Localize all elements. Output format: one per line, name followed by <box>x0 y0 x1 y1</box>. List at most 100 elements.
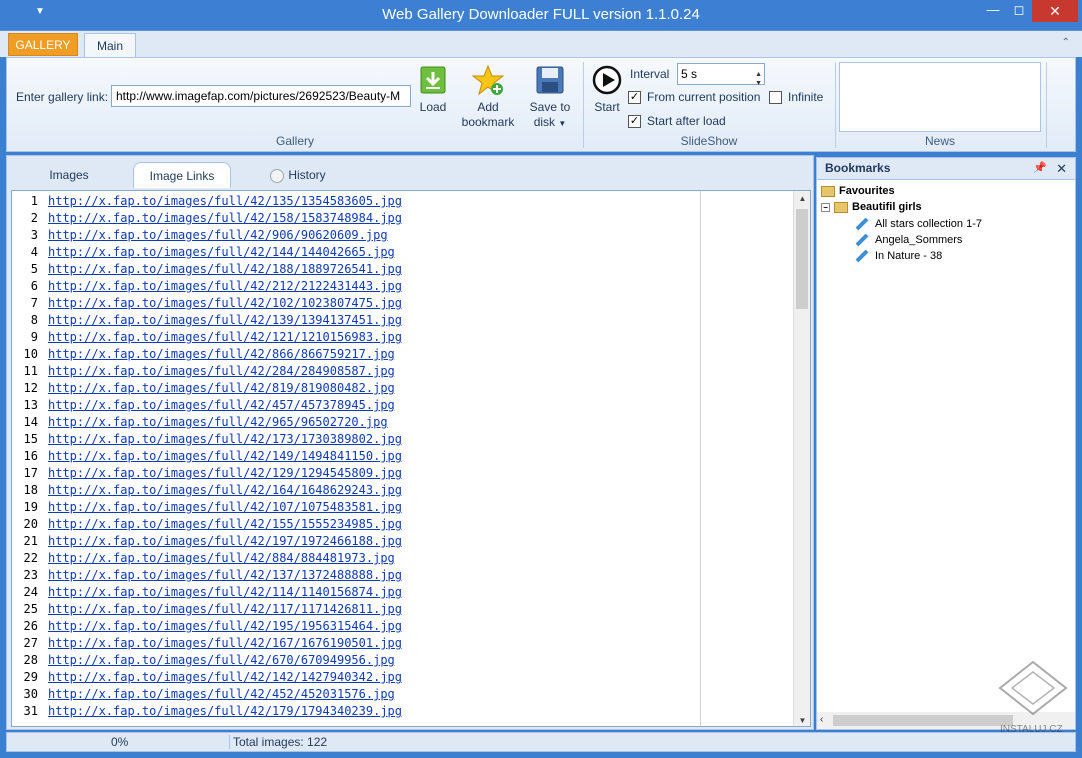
image-link[interactable]: http://x.fap.to/images/full/42/158/15837… <box>48 211 402 225</box>
add-bookmark-label-1: Add <box>477 100 499 114</box>
image-link[interactable]: http://x.fap.to/images/full/42/212/21224… <box>48 279 402 293</box>
close-button[interactable]: ✕ <box>1032 0 1078 22</box>
link-row: 2 http://x.fap.to/images/full/42/158/1583… <box>12 210 402 227</box>
line-number: 31 <box>23 704 38 718</box>
image-link[interactable]: http://x.fap.to/images/full/42/121/12101… <box>48 330 402 344</box>
gallery-link-input[interactable]: http://www.imagefap.com/pictures/2692523… <box>111 85 411 107</box>
link-row: 9 http://x.fap.to/images/full/42/121/1210… <box>12 329 402 346</box>
image-link[interactable]: http://x.fap.to/images/full/42/965/96502… <box>48 415 388 429</box>
image-link[interactable]: http://x.fap.to/images/full/42/452/45203… <box>48 687 395 701</box>
group-label-slideshow: SlideShow <box>680 134 738 148</box>
pin-icon[interactable]: 📌 <box>1033 158 1047 179</box>
image-link[interactable]: http://x.fap.to/images/full/42/670/67094… <box>48 653 395 667</box>
tree-root-favourites[interactable]: Favourites <box>821 185 895 197</box>
line-number: 15 <box>23 432 38 446</box>
line-number: 28 <box>23 653 38 667</box>
line-number: 14 <box>23 415 38 429</box>
link-row: 18 http://x.fap.to/images/full/42/164/164… <box>12 482 402 499</box>
collapse-node-icon[interactable]: − <box>821 202 830 212</box>
link-row: 7 http://x.fap.to/images/full/42/102/1023… <box>12 295 402 312</box>
image-link[interactable]: http://x.fap.to/images/full/42/195/19563… <box>48 619 402 633</box>
save-dropdown-icon[interactable]: ▼ <box>558 119 566 128</box>
line-number: 17 <box>23 466 38 480</box>
image-link[interactable]: http://x.fap.to/images/full/42/179/17943… <box>48 704 402 718</box>
vertical-scrollbar[interactable]: ▲ ▼ <box>793 191 810 726</box>
minimize-button[interactable]: — <box>980 0 1006 22</box>
from-current-checkbox[interactable]: ✓ <box>628 91 641 104</box>
tab-history[interactable]: History <box>261 162 335 188</box>
maximize-button[interactable]: ◻ <box>1006 0 1032 22</box>
line-number: 10 <box>23 347 38 361</box>
tab-image-links[interactable]: Image Links <box>133 162 231 188</box>
image-link[interactable]: http://x.fap.to/images/full/42/164/16486… <box>48 483 402 497</box>
image-link[interactable]: http://x.fap.to/images/full/42/884/88448… <box>48 551 395 565</box>
image-link[interactable]: http://x.fap.to/images/full/42/129/12945… <box>48 466 402 480</box>
image-link[interactable]: http://x.fap.to/images/full/42/197/19724… <box>48 534 402 548</box>
title-bar: ▼ Web Gallery Downloader FULL version 1.… <box>0 0 1082 30</box>
line-number: 23 <box>23 568 38 582</box>
save-to-disk-button[interactable]: Save to disk ▼ <box>527 64 573 131</box>
tree-folder-beautifil-girls[interactable]: − Beautifil girls <box>821 201 922 213</box>
scroll-thumb[interactable] <box>796 209 808 309</box>
image-link[interactable]: http://x.fap.to/images/full/42/173/17303… <box>48 432 402 446</box>
link-row: 28 http://x.fap.to/images/full/42/670/670… <box>12 652 402 669</box>
image-link[interactable]: http://x.fap.to/images/full/42/117/11714… <box>48 602 402 616</box>
image-link[interactable]: http://x.fap.to/images/full/42/188/18897… <box>48 262 402 276</box>
link-row: 12 http://x.fap.to/images/full/42/819/819… <box>12 380 402 397</box>
main-panel: Images Image Links History 1 http://x.fap… <box>6 155 814 730</box>
editor-margin-line <box>700 191 701 726</box>
watermark-icon <box>998 660 1068 716</box>
gallery-link-label: Enter gallery link: <box>16 90 109 104</box>
scroll-left-icon[interactable]: ‹ <box>820 714 823 725</box>
image-link[interactable]: http://x.fap.to/images/full/42/135/13545… <box>48 194 402 208</box>
link-row: 11 http://x.fap.to/images/full/42/284/284… <box>12 363 402 380</box>
image-link[interactable]: http://x.fap.to/images/full/42/144/14404… <box>48 245 395 259</box>
image-link[interactable]: http://x.fap.to/images/full/42/284/28490… <box>48 364 395 378</box>
news-box <box>839 62 1041 132</box>
bookmark-item[interactable]: Angela_Sommers <box>855 233 962 247</box>
image-link[interactable]: http://x.fap.to/images/full/42/149/14948… <box>48 449 402 463</box>
image-link[interactable]: http://x.fap.to/images/full/42/866/86675… <box>48 347 395 361</box>
image-link[interactable]: http://x.fap.to/images/full/42/155/15552… <box>48 517 402 531</box>
scroll-thumb[interactable] <box>833 715 1013 726</box>
image-link[interactable]: http://x.fap.to/images/full/42/139/13941… <box>48 313 402 327</box>
start-after-load-checkbox[interactable]: ✓ <box>628 115 641 128</box>
bookmark-item[interactable]: In Nature - 38 <box>855 249 942 263</box>
floppy-disk-icon <box>536 66 564 94</box>
close-panel-icon[interactable]: ✕ <box>1056 158 1067 179</box>
link-row: 4 http://x.fap.to/images/full/42/144/1440… <box>12 244 402 261</box>
ribbon-separator <box>1046 62 1047 148</box>
load-button[interactable]: Load <box>415 64 451 115</box>
infinite-checkbox[interactable] <box>769 91 782 104</box>
clock-icon <box>270 168 285 183</box>
interval-spinner[interactable]: 5 s ▲ ▼ <box>677 63 765 87</box>
watermark-logo: INSTALUJ.CZ <box>992 658 1074 740</box>
tab-main[interactable]: Main <box>84 33 136 59</box>
line-number: 26 <box>23 619 38 633</box>
image-link[interactable]: http://x.fap.to/images/full/42/819/81908… <box>48 381 395 395</box>
add-bookmark-button[interactable]: Add bookmark <box>459 64 517 130</box>
image-link[interactable]: http://x.fap.to/images/full/42/102/10238… <box>48 296 402 310</box>
image-link[interactable]: http://x.fap.to/images/full/42/142/14279… <box>48 670 402 684</box>
interval-value: 5 s <box>681 67 698 81</box>
line-number: 27 <box>23 636 38 650</box>
line-number: 13 <box>23 398 38 412</box>
scroll-up-icon[interactable]: ▲ <box>794 194 810 203</box>
image-link[interactable]: http://x.fap.to/images/full/42/167/16761… <box>48 636 402 650</box>
tab-images[interactable]: Images <box>37 162 101 188</box>
line-number: 21 <box>23 534 38 548</box>
image-link[interactable]: http://x.fap.to/images/full/42/137/13724… <box>48 568 402 582</box>
scroll-down-icon[interactable]: ▼ <box>794 716 810 725</box>
bookmarks-title: Bookmarks <box>825 161 891 175</box>
start-slideshow-button[interactable]: Start <box>591 64 623 115</box>
image-link[interactable]: http://x.fap.to/images/full/42/114/11401… <box>48 585 402 599</box>
image-link[interactable]: http://x.fap.to/images/full/42/906/90620… <box>48 228 388 242</box>
link-row: 24 http://x.fap.to/images/full/42/114/114… <box>12 584 402 601</box>
line-number: 5 <box>30 262 38 276</box>
links-editor[interactable]: 1 http://x.fap.to/images/full/42/135/1354… <box>11 190 811 727</box>
collapse-ribbon-icon[interactable]: ⌃ <box>1062 37 1070 48</box>
bookmark-item[interactable]: All stars collection 1-7 <box>855 217 982 231</box>
image-link[interactable]: http://x.fap.to/images/full/42/107/10754… <box>48 500 402 514</box>
tab-gallery[interactable]: GALLERY <box>8 33 78 56</box>
image-link[interactable]: http://x.fap.to/images/full/42/457/45737… <box>48 398 395 412</box>
